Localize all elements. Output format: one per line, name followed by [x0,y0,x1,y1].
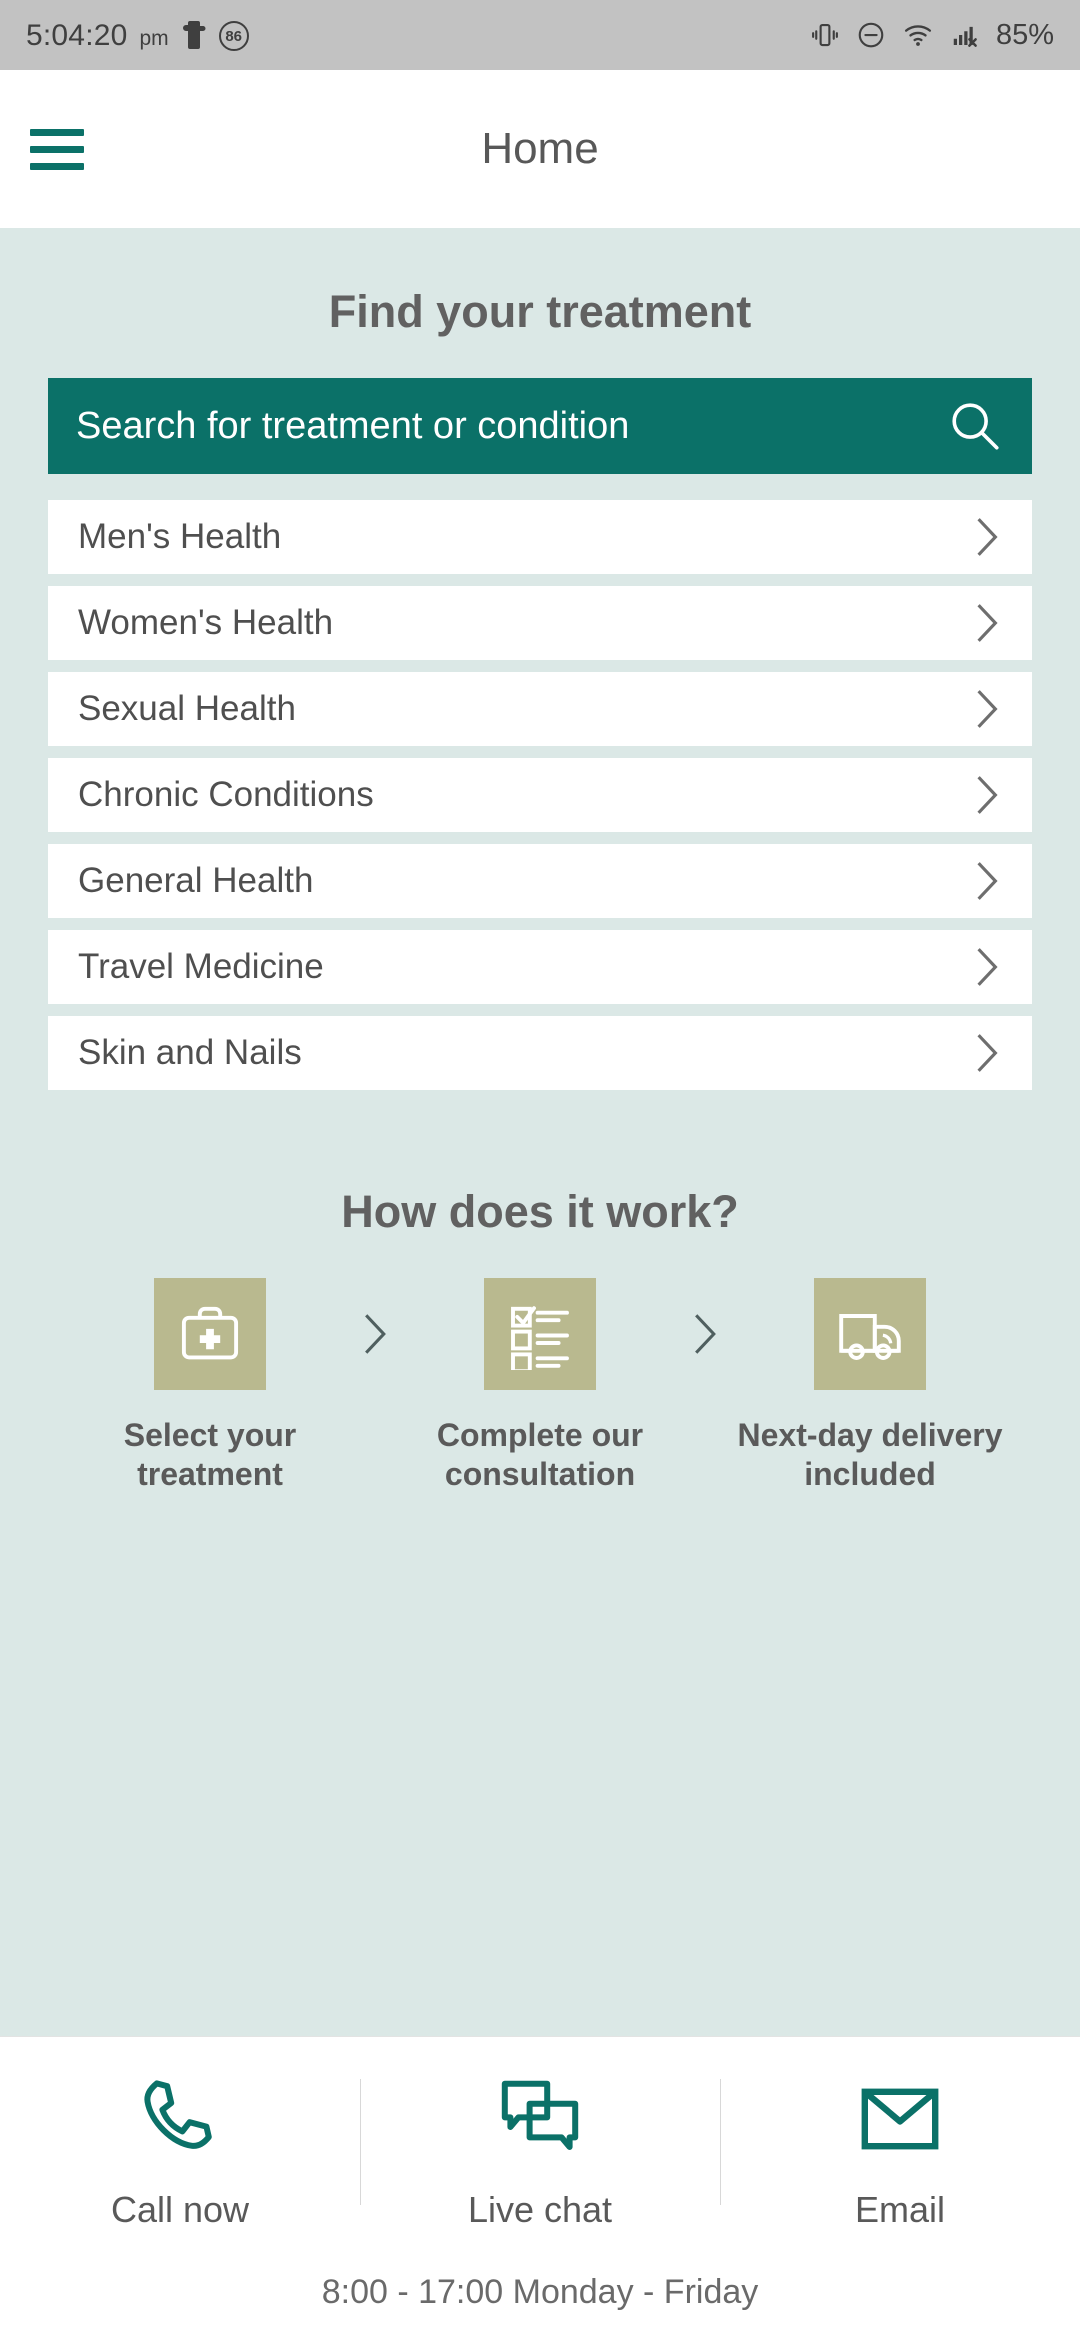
contact-live-chat[interactable]: Live chat [360,2071,720,2231]
chevron-right-icon [977,862,998,900]
category-label: Chronic Conditions [78,775,374,814]
step-label: Select your treatment [123,1417,297,1493]
opening-hours: 8:00 - 17:00 Monday - Friday [321,2273,759,2311]
page-title: Home [481,124,599,173]
category-label: Skin and Nails [78,1033,302,1072]
search-input[interactable]: Search for treatment or condition [48,378,1032,474]
step-icon-tile [814,1278,926,1390]
category-label: Women's Health [78,603,334,642]
app-screen: 5:04:20 pm 86 85% Home Find your treatme… [0,0,1080,2340]
chevron-right-icon [977,1034,998,1072]
main-content: Find your treatment Search for treatment… [0,228,1080,2036]
search-placeholder-text: Search for treatment or condition [76,404,630,447]
checklist-icon [511,1306,569,1370]
step-separator-arrow [345,1278,405,1390]
footer: Call now Live chat Email 8:00 - 17:00 Mo… [0,2036,1080,2340]
step-select-treatment: Select your treatment [75,1278,345,1494]
chevron-right-icon [977,518,998,556]
step-next-day-delivery: Next-day delivery included [735,1278,1005,1494]
category-label: Men's Health [78,517,282,556]
contact-label: Call now [110,2189,250,2230]
signal-off-icon [953,26,977,47]
status-bar-left: 5:04:20 pm 86 [26,19,249,51]
list-item[interactable]: Women's Health [48,586,1032,660]
find-treatment-heading: Find your treatment [328,286,752,337]
delivery-truck-icon [839,1314,901,1360]
list-item[interactable]: General Health [48,844,1032,918]
list-item[interactable]: Travel Medicine [48,930,1032,1004]
how-it-works-steps: Select your treatment Complete our consu… [48,1278,1032,1494]
category-label: General Health [78,861,314,900]
contact-label: Live chat [467,2189,613,2230]
step-icon-tile [484,1278,596,1390]
status-bar: 5:04:20 pm 86 85% [0,0,1080,70]
wifi-icon [904,25,932,46]
chevron-right-icon [977,776,998,814]
chevron-right-icon [977,690,998,728]
phone-icon [144,2080,212,2149]
contact-bar: Call now Live chat Email [0,2071,1080,2231]
category-list: Men's Health Women's Health Sexual Healt… [48,500,1032,1090]
how-it-works-heading: How does it work? [341,1186,739,1237]
battery-percent: 85% [995,18,1054,51]
step-label: Complete our consultation [436,1417,644,1493]
list-item[interactable]: Chronic Conditions [48,758,1032,832]
app-bar: Home [0,70,1080,228]
step-label: Next-day delivery included [737,1417,1003,1493]
category-label: Travel Medicine [78,947,324,986]
chevron-right-icon [365,1314,386,1354]
step-separator-arrow [675,1278,735,1390]
list-item[interactable]: Skin and Nails [48,1016,1032,1090]
list-item[interactable]: Men's Health [48,500,1032,574]
step-icon-tile [154,1278,266,1390]
status-bar-right: 85% [810,20,1054,50]
contact-label: Email [854,2189,946,2230]
hamburger-bar [30,162,84,170]
hamburger-menu-icon[interactable] [30,128,84,170]
chat-bubbles-icon [501,2080,579,2150]
list-item[interactable]: Sexual Health [48,672,1032,746]
status-clock: 5:04:20 [26,19,128,52]
contact-call-now[interactable]: Call now [0,2071,360,2231]
hamburger-bar [30,128,84,136]
chevron-right-icon [977,604,998,642]
chevron-right-icon [695,1314,716,1354]
chevron-right-icon [977,948,998,986]
category-label: Sexual Health [78,689,296,728]
badge-86-icon: 86 [218,21,249,51]
puzzle-icon [182,21,206,49]
search-icon[interactable] [946,397,1004,455]
do-not-disturb-icon [858,22,884,48]
envelope-icon [861,2088,939,2150]
contact-email[interactable]: Email [720,2071,1080,2231]
vibrate-icon [812,23,838,47]
step-complete-consultation: Complete our consultation [405,1278,675,1494]
medical-bag-icon [181,1306,239,1360]
hamburger-bar [30,145,84,153]
status-clock-ampm: pm [139,27,169,50]
